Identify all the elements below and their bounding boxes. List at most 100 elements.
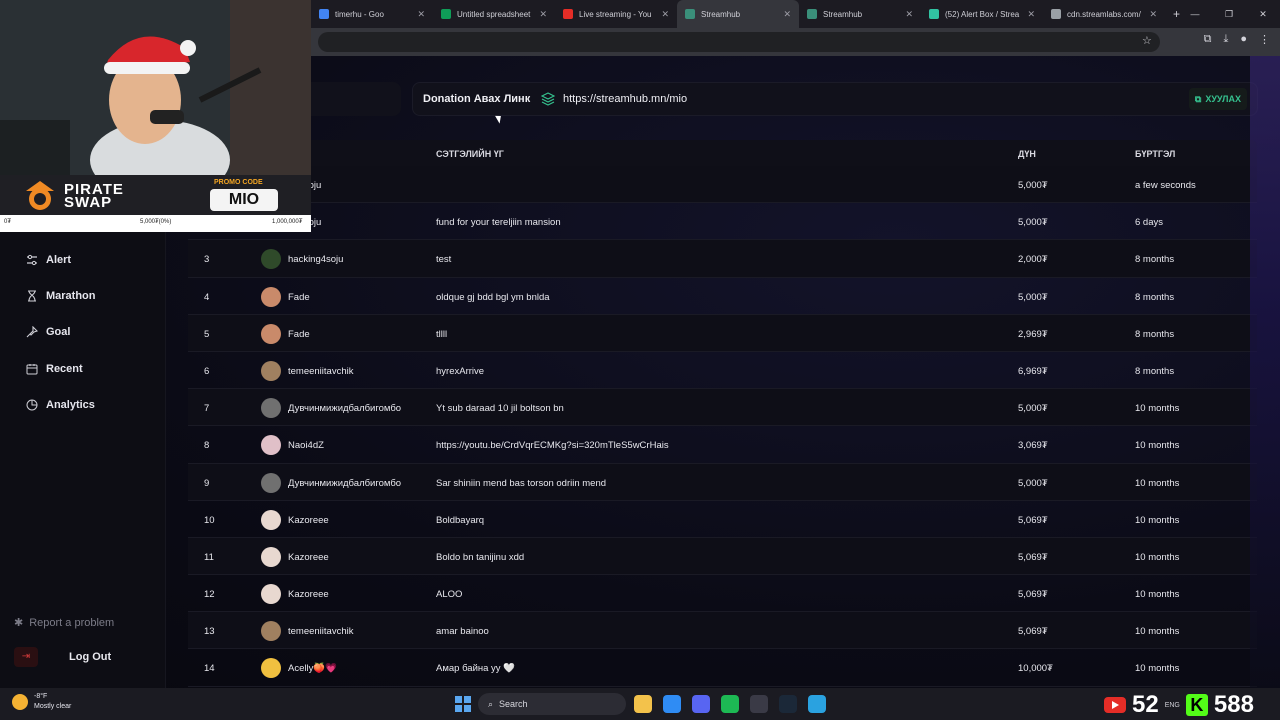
- discord-icon[interactable]: [692, 695, 710, 713]
- address-bar[interactable]: [318, 32, 1160, 52]
- header-registered: БҮРТГЭЛ: [1135, 149, 1176, 159]
- row-number: 13: [204, 626, 215, 638]
- tab-close-icon[interactable]: ✕: [905, 9, 913, 20]
- sidebar-item-marathon[interactable]: Marathon: [26, 290, 96, 302]
- header-card: [311, 82, 401, 116]
- table-row[interactable]: 4 Fade oldque gj bdd bgl ym bnlda 5,000₮ 8 m…: [188, 278, 1257, 315]
- table-row[interactable]: 10 Kazoreee Boldbayarq 5,069₮ 10 months: [188, 501, 1257, 538]
- copy-icon: ⧉: [1194, 93, 1202, 104]
- menu-icon[interactable]: ⋮: [1259, 33, 1270, 46]
- avatar: [261, 658, 281, 679]
- browser-tab[interactable]: Live streaming - You ✕: [555, 0, 677, 28]
- pinned-apps: [634, 695, 826, 713]
- calendar-icon: [26, 364, 38, 375]
- donor-name: Kazoreee: [288, 514, 329, 526]
- profile-icon[interactable]: ●: [1240, 33, 1247, 46]
- row-number: 10: [204, 514, 215, 526]
- row-number: 6: [204, 365, 210, 377]
- donation-amount: 5,000₮: [1018, 477, 1048, 489]
- tab-favicon-icon: [807, 9, 817, 19]
- browser-tab[interactable]: timerhu - Goo ✕: [311, 0, 433, 28]
- row-number: 7: [204, 403, 210, 415]
- donation-message: Boldo bn tanijinu xdd: [436, 551, 525, 563]
- chrome-icon[interactable]: [663, 695, 681, 713]
- youtube-icon: [1104, 697, 1126, 713]
- tab-favicon-icon: [685, 9, 695, 19]
- tab-close-icon[interactable]: ✕: [539, 9, 547, 20]
- minimize-button[interactable]: —: [1178, 9, 1212, 19]
- pirate-logo-icon: [26, 181, 54, 210]
- table-row[interactable]: 3 hacking4soju test 2,000₮ 8 months: [188, 240, 1257, 278]
- weather-widget[interactable]: -8°F Mostly clear: [12, 692, 71, 712]
- table-row[interactable]: 14 Acelly🍑💗 Амар байна уу 🤍 10,000₮ 10 month…: [188, 649, 1257, 687]
- obs-icon[interactable]: [750, 695, 768, 713]
- table-row[interactable]: 8 Naoi4dZ https://youtu.be/CrdVqrECMKg?si=…: [188, 426, 1257, 464]
- donation-time: 8 months: [1135, 291, 1175, 303]
- tab-favicon-icon: [319, 9, 329, 19]
- tab-close-icon[interactable]: ✕: [417, 9, 425, 20]
- browser-tab[interactable]: Untitled spreadsheet ✕: [433, 0, 555, 28]
- table-row[interactable]: 5 Fade tllll 2,969₮ 8 months: [188, 314, 1257, 352]
- taskbar-search[interactable]: ⌕ Search: [478, 693, 626, 715]
- youtube-viewer-count: 52: [1132, 691, 1159, 718]
- donation-message: ALOO: [436, 589, 463, 601]
- language-indicator[interactable]: ENG: [1165, 702, 1180, 709]
- sidebar-item-goal[interactable]: Goal: [26, 326, 70, 338]
- table-row[interactable]: 13 temeeniitavchik amar bainoo 5,069₮ 10 mon…: [188, 612, 1257, 650]
- table-row[interactable]: 7 Дувчинмижидбалбигомбо Yt sub daraad 10 j…: [188, 389, 1257, 427]
- browser-tab[interactable]: Streamhub ✕: [677, 0, 799, 28]
- maximize-button[interactable]: ❐: [1212, 9, 1246, 20]
- tab-title: Untitled spreadsheet: [457, 9, 531, 19]
- tab-favicon-icon: [441, 9, 451, 19]
- tab-favicon-icon: [1051, 9, 1061, 19]
- donation-time: 10 months: [1135, 403, 1180, 415]
- donor-name: Fade: [288, 291, 310, 303]
- browser-tab[interactable]: Streamhub ✕: [799, 0, 921, 28]
- table-row[interactable]: 9 Дувчинмижидбалбигомбо Sar shiniin mend b…: [188, 463, 1257, 501]
- steam-icon[interactable]: [779, 695, 797, 713]
- browser-tab[interactable]: (52) Alert Box / Strea ✕: [921, 0, 1043, 28]
- table-row[interactable]: ng4soju5,000₮a few seconds: [188, 166, 1257, 204]
- telegram-icon[interactable]: [808, 695, 826, 713]
- sidebar-item-analytics[interactable]: Analytics: [26, 399, 95, 411]
- donation-time: 10 months: [1135, 514, 1180, 526]
- table-row[interactable]: ng4sojufund for your tereljiin mansion5,…: [188, 203, 1257, 241]
- donation-amount: 5,000₮: [1018, 403, 1048, 415]
- pin-icon: [26, 326, 38, 338]
- donation-message: Yt sub daraad 10 jil boltson bn: [436, 403, 564, 415]
- tab-title: Streamhub: [823, 9, 863, 19]
- tab-close-icon[interactable]: ✕: [1027, 9, 1035, 20]
- file-explorer-icon[interactable]: [634, 695, 652, 713]
- row-number: 4: [204, 291, 210, 303]
- tab-close-icon[interactable]: ✕: [783, 9, 791, 20]
- extensions-icon[interactable]: ⧉: [1204, 33, 1212, 46]
- sidebar-item-recent[interactable]: Recent: [26, 363, 83, 375]
- donor-name: Kazoreee: [288, 551, 329, 563]
- spotify-icon[interactable]: [721, 695, 739, 713]
- table-row[interactable]: 11 Kazoreee Boldo bn tanijinu xdd 5,069₮ 10 …: [188, 537, 1257, 576]
- row-number: 9: [204, 477, 210, 489]
- browser-tab[interactable]: cdn.streamlabs.com/ ✕: [1043, 0, 1165, 28]
- table-row[interactable]: 12 Kazoreee ALOO 5,069₮ 10 months: [188, 575, 1257, 613]
- avatar: [261, 323, 281, 344]
- sidebar-item-alert[interactable]: Alert: [26, 254, 71, 266]
- tab-title: Live streaming - You: [579, 9, 652, 19]
- close-window-button[interactable]: ✕: [1246, 9, 1280, 20]
- goal-progress-bar: 0₮ 5,000₮(0%) 1,000,000₮: [0, 215, 311, 232]
- report-problem-link[interactable]: ✱ Report a problem: [14, 616, 114, 630]
- tab-close-icon[interactable]: ✕: [1149, 9, 1157, 20]
- logout-button[interactable]: ⇥ Log Out: [14, 646, 154, 668]
- windows-start-icon[interactable]: [455, 696, 471, 712]
- bookmark-star-icon[interactable]: ☆: [1142, 34, 1152, 47]
- tab-title: Streamhub: [701, 9, 741, 19]
- header-message: СЭТГЭЛИЙН ҮГ: [436, 149, 504, 159]
- copy-button[interactable]: ⧉ ХУУЛАХ: [1188, 88, 1247, 110]
- donation-amount: 5,000₮: [1018, 217, 1048, 229]
- download-icon[interactable]: ⤓: [1223, 33, 1228, 46]
- tab-close-icon[interactable]: ✕: [661, 9, 669, 20]
- system-tray: 52 ENG K 588: [1104, 691, 1254, 719]
- donation-url[interactable]: https://streamhub.mn/mio: [563, 93, 687, 105]
- table-row[interactable]: 6 temeeniitavchik hyrexArrive 6,969₮ 8 month…: [188, 352, 1257, 390]
- row-number: 5: [204, 328, 210, 340]
- donation-time: 10 months: [1135, 477, 1180, 489]
